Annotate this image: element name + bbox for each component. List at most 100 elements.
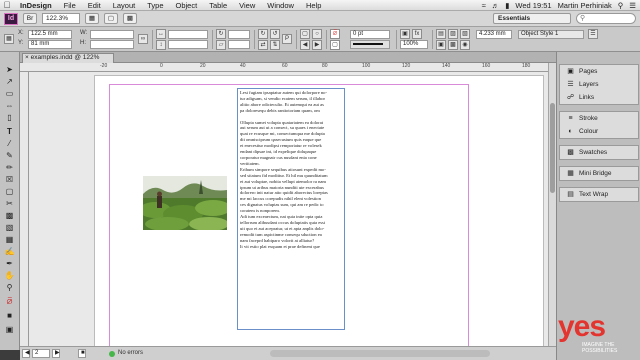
page-tool-icon[interactable]: ▭ — [3, 88, 16, 99]
menu-edit[interactable]: Edit — [82, 1, 107, 10]
battery-icon[interactable]: ▮ — [505, 1, 509, 10]
free-transform-tool-icon[interactable]: ▩ — [3, 210, 16, 221]
wrap-shape-icon[interactable]: ▧ — [460, 29, 470, 39]
fill-swatch-icon[interactable]: ⦱ — [330, 29, 340, 39]
menu-clock[interactable]: Wed 19:51 — [515, 1, 551, 10]
paragraph-p-icon[interactable]: P — [282, 34, 292, 44]
height-field[interactable] — [90, 40, 134, 49]
menu-window[interactable]: Window — [261, 1, 300, 10]
list-icon[interactable]: ☰ — [629, 1, 636, 10]
search-icon[interactable]: ⚲ — [618, 1, 624, 10]
flip-horizontal-icon[interactable]: ⇄ — [258, 40, 268, 50]
gradient-tool-icon[interactable]: ▧ — [3, 222, 16, 233]
menu-view[interactable]: View — [233, 1, 261, 10]
page-number-field[interactable]: 2 — [32, 349, 50, 358]
rotate-cw-icon[interactable]: ↻ — [258, 29, 268, 39]
rotate-icon[interactable]: ↻ — [216, 29, 226, 39]
fit-content-icon[interactable]: ▩ — [448, 40, 458, 50]
menu-layout[interactable]: Layout — [107, 1, 142, 10]
wifi-icon[interactable]: ≈ — [482, 1, 486, 10]
pencil-tool-icon[interactable]: ✏ — [3, 162, 16, 173]
vertical-scroll-thumb[interactable] — [550, 103, 555, 193]
wrap-box-icon[interactable]: ▨ — [448, 29, 458, 39]
document-tab[interactable]: × examples.indd @ 122% — [22, 53, 114, 63]
panel-layers[interactable]: ☰ Layers — [560, 78, 638, 91]
gradient-feather-tool-icon[interactable]: ▦ — [3, 234, 16, 245]
menu-file[interactable]: File — [58, 1, 82, 10]
drop-shadow-icon[interactable]: ▣ — [400, 29, 410, 39]
select-previous-icon[interactable]: ◀ — [300, 40, 310, 50]
gap-field[interactable]: 4.233 mm — [476, 30, 512, 39]
close-icon[interactable]: × — [25, 54, 29, 61]
panel-swatches[interactable]: ▩ Swatches — [560, 146, 638, 159]
pen-tool-icon[interactable]: ✎ — [3, 150, 16, 161]
rotate-ccw-icon[interactable]: ↺ — [270, 29, 280, 39]
menu-user[interactable]: Martin Perhiniak — [558, 1, 612, 10]
panel-menu-icon[interactable]: ☰ — [588, 29, 598, 39]
note-tool-icon[interactable]: ✍ — [3, 246, 16, 257]
formatting-affects-container-icon[interactable]: ■ — [3, 310, 16, 321]
opacity-field[interactable]: 100% — [400, 40, 428, 49]
stroke-weight-field[interactable]: 0 pt — [350, 30, 390, 39]
flip-vertical-icon[interactable]: ⇅ — [270, 40, 280, 50]
panel-colour[interactable]: ◐ Colour — [560, 125, 638, 138]
shear-field[interactable] — [228, 40, 250, 49]
arrange-documents-button[interactable]: ▩ — [123, 13, 137, 24]
content-collector-icon[interactable]: ▯ — [3, 112, 16, 123]
vertical-scrollbar[interactable] — [548, 63, 556, 346]
zoom-tool-icon[interactable]: ⚲ — [3, 282, 16, 293]
eyedropper-tool-icon[interactable]: ✒ — [3, 258, 16, 269]
shear-icon[interactable]: ▱ — [216, 40, 226, 50]
type-tool-icon[interactable]: T — [3, 126, 16, 137]
volume-icon[interactable]: ♬ — [492, 1, 500, 10]
menu-app-name[interactable]: InDesign — [14, 1, 58, 10]
stroke-swatch-icon[interactable]: ▢ — [330, 40, 340, 50]
center-content-icon[interactable]: ◉ — [460, 40, 470, 50]
hand-tool-icon[interactable]: ✋ — [3, 270, 16, 281]
bridge-button[interactable]: Br — [23, 13, 37, 24]
preflight-status[interactable]: No errors — [118, 350, 143, 356]
horizontal-ruler[interactable]: -20 0 20 40 60 80 100 120 140 160 180 — [20, 63, 556, 72]
menu-help[interactable]: Help — [300, 1, 327, 10]
menu-object[interactable]: Object — [170, 1, 204, 10]
panel-mini-bridge[interactable]: ▦ Mini Bridge — [560, 167, 638, 180]
line-tool-icon[interactable]: ⁄ — [3, 138, 16, 149]
gap-tool-icon[interactable]: ⇔ — [3, 100, 16, 111]
wrap-none-icon[interactable]: ▤ — [436, 29, 446, 39]
vertical-ruler[interactable] — [20, 72, 29, 346]
screen-mode-icon[interactable]: ▣ — [3, 324, 16, 335]
stroke-type-dropdown[interactable] — [350, 40, 390, 49]
scale-x-icon[interactable]: ↔ — [156, 29, 166, 39]
direct-selection-tool-icon[interactable]: ↗ — [3, 76, 16, 87]
screen-mode-button[interactable]: ▢ — [104, 13, 118, 24]
open-page-icon[interactable]: ■ — [78, 349, 86, 358]
apple-menu-icon[interactable]:  — [0, 0, 14, 10]
tea-plantation-image[interactable] — [143, 176, 227, 230]
panel-text-wrap[interactable]: ▤ Text Wrap — [560, 188, 638, 201]
story-text[interactable]: Lest fugiam ipsaptatur autem qui dolorpo… — [240, 90, 342, 328]
horizontal-scrollbar[interactable] — [270, 350, 490, 357]
panel-stroke[interactable]: ≡ Stroke — [560, 112, 638, 125]
first-page-icon[interactable]: ◀ — [22, 349, 30, 358]
scale-y-icon[interactable]: ↕ — [156, 40, 166, 50]
help-search-input[interactable]: ⚲ — [576, 13, 636, 24]
workspace-switcher[interactable]: Essentials — [493, 13, 571, 24]
object-style-dropdown[interactable]: Object Style 1 — [518, 30, 584, 39]
x-position-field[interactable]: 122.5 mm — [28, 30, 72, 39]
menu-table[interactable]: Table — [203, 1, 233, 10]
next-page-icon[interactable]: ▶ — [52, 349, 60, 358]
rectangle-frame-tool-icon[interactable]: ☒ — [3, 174, 16, 185]
pasteboard[interactable]: Lest fugiam ipsaptatur autem qui dolorpo… — [29, 72, 548, 346]
fit-frame-icon[interactable]: ▣ — [436, 40, 446, 50]
rotation-field[interactable] — [228, 30, 250, 39]
constrain-proportions-icon[interactable]: ∞ — [138, 34, 148, 44]
width-field[interactable] — [90, 30, 134, 39]
reference-point-icon[interactable]: ▦ — [4, 34, 14, 44]
panel-pages[interactable]: ▣ Pages — [560, 65, 638, 78]
scale-y-field[interactable] — [168, 40, 208, 49]
rectangle-tool-icon[interactable]: ▢ — [3, 186, 16, 197]
selection-tool-icon[interactable]: ➤ — [3, 64, 16, 75]
scissors-tool-icon[interactable]: ✂ — [3, 198, 16, 209]
fx-icon[interactable]: fx — [412, 29, 422, 39]
select-container-icon[interactable]: ▢ — [300, 29, 310, 39]
